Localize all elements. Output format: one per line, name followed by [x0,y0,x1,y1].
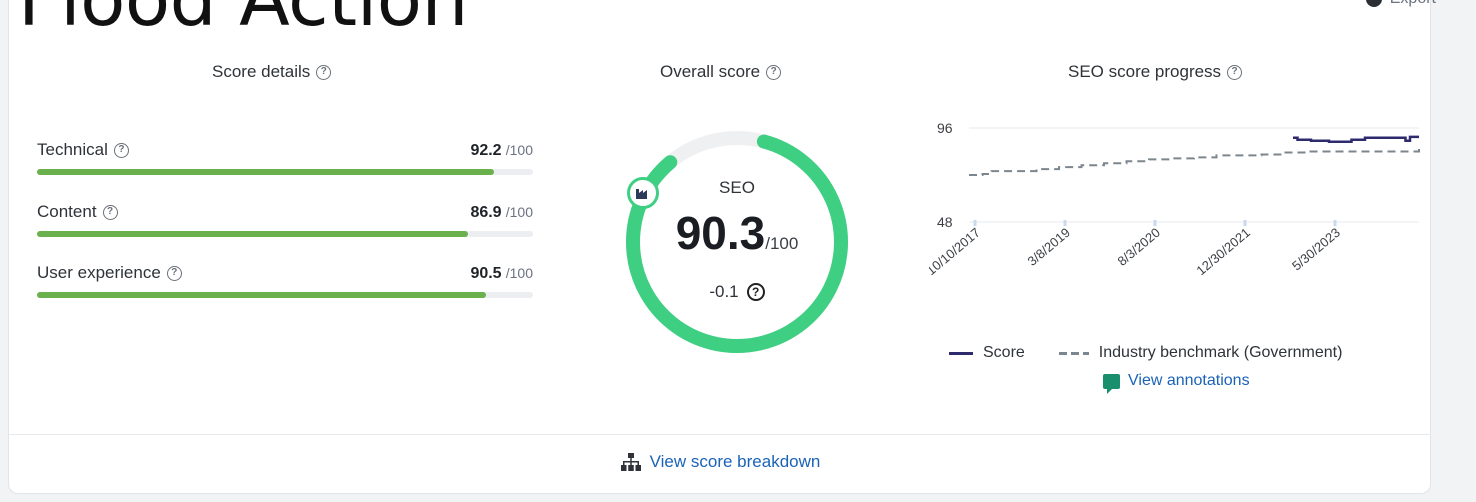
legend-score-swatch [949,351,973,355]
benchmark-series-line [969,145,1420,176]
legend-benchmark-swatch [1058,351,1089,355]
x-tick-label: 12/30/2021 [1193,225,1252,278]
help-icon[interactable]: ? [766,64,782,80]
y-tick-label: 96 [937,120,953,136]
metric-user-experience: User experience ? 90.5 /100 [37,263,533,298]
help-icon[interactable]: ? [113,142,129,158]
score-series-line [1293,135,1419,143]
industry-marker[interactable] [627,177,659,209]
progress-bar [37,169,533,175]
metric-technical: Technical ? 92.2 /100 [37,140,533,175]
score-details-title: Score details ? [212,62,332,82]
help-icon[interactable]: ? [102,204,118,220]
x-tick [1153,220,1157,226]
help-icon[interactable]: ? [166,265,182,281]
x-tick-label: 3/8/2019 [1025,225,1073,269]
progress-bar [37,231,533,237]
x-tick [1243,220,1247,226]
legend-score: Score [983,344,1025,361]
progress-bar [37,292,533,298]
view-score-breakdown-link[interactable]: View score breakdown [9,452,1431,472]
x-tick [973,220,977,226]
score-gauge: SEO 90.3/100 -0.1 ? [617,122,857,362]
score-card: Score details ? Technical ? 92.2 /100 Co… [8,0,1431,494]
divider [9,434,1431,435]
chart-legend: Score Industry benchmark (Government) [949,344,1342,362]
y-tick-label: 48 [937,214,953,230]
factory-icon [636,189,647,199]
view-annotations-link[interactable]: View annotations [1103,372,1250,394]
sitemap-icon [620,453,641,471]
help-icon[interactable]: ? [316,64,332,80]
x-tick-label: 8/3/2020 [1115,225,1163,269]
score-delta: -0.1 ? [617,282,857,302]
export-button[interactable]: Export [1365,0,1436,8]
export-icon [1365,0,1382,7]
x-tick [1063,220,1067,226]
seo-progress-chart: 96 4810/10/2017 3/8/2019 8/3/2020 12/30/2021… [929,120,1420,278]
page-title: Flood Action [18,0,468,43]
help-icon[interactable]: ? [746,283,765,301]
annotation-icon [1103,373,1120,394]
export-label: Export [1390,0,1436,8]
help-icon[interactable]: ? [1227,64,1243,80]
legend-benchmark: Industry benchmark (Government) [1098,344,1343,361]
metric-content: Content ? 86.9 /100 [37,202,533,237]
x-tick-label: 10/10/2017 [929,225,983,278]
seo-dashboard: Flood Action Export Score details ? Tech… [0,0,1476,502]
progress-title: SEO score progress ? [1068,62,1243,82]
overall-score-value: 90.3/100 [675,207,799,259]
x-tick-label: 5/30/2023 [1289,225,1343,274]
x-tick [1333,220,1337,226]
overall-score-title: Overall score ? [660,62,782,82]
